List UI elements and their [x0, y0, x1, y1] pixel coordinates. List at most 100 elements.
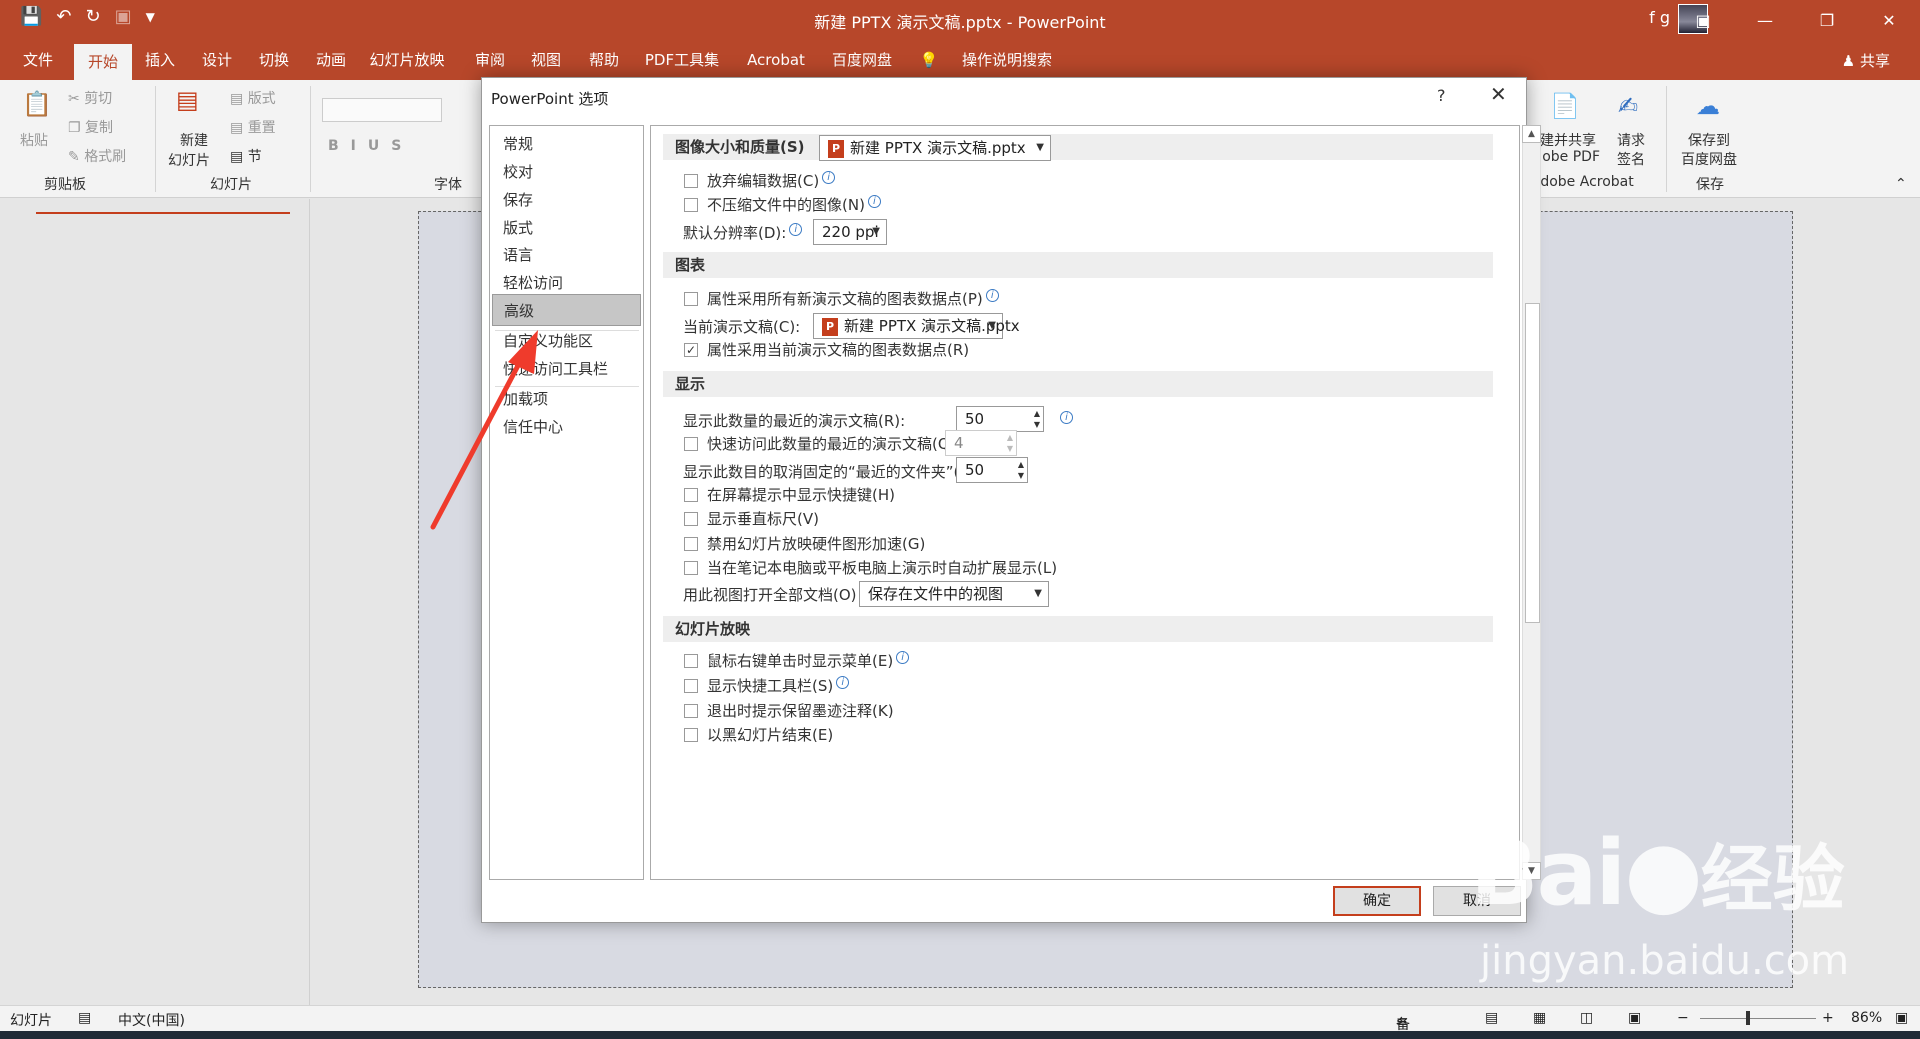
user-name[interactable]: f g: [1649, 8, 1670, 27]
zoom-level[interactable]: 86%: [1851, 1010, 1882, 1026]
share-button[interactable]: ♟ 共享: [1842, 50, 1890, 71]
zoom-in-icon[interactable]: +: [1822, 1010, 1834, 1026]
popup-toolbar-checkbox[interactable]: [684, 679, 698, 693]
slide-sorter-icon[interactable]: ▦: [1533, 1010, 1546, 1026]
auto-extend-checkbox[interactable]: [684, 561, 698, 575]
tab-home[interactable]: 开始: [74, 44, 132, 80]
scroll-track[interactable]: [1522, 143, 1541, 862]
image-file-select[interactable]: P 新建 PPTX 演示文稿.pptx ▼: [819, 135, 1051, 161]
nav-advanced[interactable]: 高级: [492, 294, 641, 326]
tab-slideshow[interactable]: 幻灯片放映: [366, 40, 448, 80]
format-painter-button[interactable]: ✎ 格式刷: [68, 146, 126, 166]
options-scrollbar[interactable]: ▲ ▼: [1522, 125, 1541, 880]
tab-pdf-tools[interactable]: PDF工具集: [641, 40, 723, 80]
sign-icon[interactable]: ✍: [1618, 92, 1638, 120]
tab-baidu[interactable]: 百度网盘: [826, 40, 898, 80]
help-button[interactable]: ?: [1437, 86, 1446, 105]
font-style-buttons[interactable]: BIUS: [328, 138, 413, 154]
layout-icon: ▤: [230, 91, 248, 107]
create-pdf-icon[interactable]: 📄: [1550, 92, 1580, 120]
language-indicator[interactable]: 中文(中国): [118, 1010, 185, 1030]
scroll-up-icon[interactable]: ▲: [1522, 125, 1541, 143]
all-new-chart-text: 属性采用所有新演示文稿的图表数据点(P): [707, 290, 983, 308]
current-chart-checkbox[interactable]: ✓: [684, 343, 698, 357]
request-sign-label-2[interactable]: 签名: [1617, 149, 1645, 169]
discard-edit-checkbox[interactable]: [684, 174, 698, 188]
tab-design[interactable]: 设计: [193, 40, 241, 80]
watermark-brand-cn: 经验: [1700, 837, 1845, 921]
slide-thumbnail-pane[interactable]: [0, 199, 310, 1005]
font-name-box[interactable]: [322, 98, 442, 122]
keep-ink-checkbox[interactable]: [684, 704, 698, 718]
tab-review[interactable]: 审阅: [466, 40, 514, 80]
vertical-ruler-checkbox[interactable]: [684, 512, 698, 526]
close-icon[interactable]: ✕: [1490, 82, 1507, 106]
section-button[interactable]: ▤ 节: [230, 146, 262, 166]
lightbulb-icon: 💡: [919, 51, 939, 69]
popup-toolbar-text: 显示快捷工具栏(S): [707, 677, 834, 695]
ok-button[interactable]: 确定: [1333, 886, 1421, 916]
quick-access-checkbox[interactable]: [684, 437, 698, 451]
paste-label[interactable]: 粘贴: [20, 130, 48, 150]
resolution-label-text: 默认分辨率(D):: [683, 224, 787, 242]
open-view-select[interactable]: 保存在文件中的视图 ▼: [859, 581, 1049, 607]
collapse-ribbon-icon[interactable]: ⌃: [1895, 176, 1907, 192]
tab-help[interactable]: 帮助: [580, 40, 628, 80]
slideshow-view-icon[interactable]: ▣: [1628, 1010, 1641, 1026]
all-new-chart-checkbox[interactable]: [684, 292, 698, 306]
tab-insert[interactable]: 插入: [136, 40, 184, 80]
disable-hw-accel-checkbox[interactable]: [684, 537, 698, 551]
request-sign-label-1[interactable]: 请求: [1617, 130, 1645, 150]
ribbon-tabs: 文件 开始 插入 设计 切换 动画 幻灯片放映 审阅 视图 帮助 PDF工具集 …: [0, 40, 1920, 80]
copy-button[interactable]: ❐ 复制: [68, 117, 113, 137]
watermark-brand: Bai: [1470, 821, 1626, 926]
resolution-select[interactable]: 220 ppi ▼: [813, 219, 887, 245]
fit-slide-icon[interactable]: ▣: [1895, 1010, 1908, 1026]
minimize-icon[interactable]: —: [1734, 0, 1796, 40]
end-black-checkbox[interactable]: [684, 728, 698, 742]
nav-trust-center[interactable]: 信任中心: [492, 411, 641, 443]
restore-icon[interactable]: ❐: [1796, 0, 1858, 40]
tab-view[interactable]: 视图: [522, 40, 570, 80]
tab-animations[interactable]: 动画: [307, 40, 355, 80]
tab-file[interactable]: 文件: [10, 40, 66, 80]
recent-count-spinner[interactable]: 50 ▲ ▼: [956, 406, 1044, 432]
slides-group-label: 幻灯片: [210, 177, 252, 193]
spinner-arrows-icon[interactable]: ▲ ▼: [1007, 432, 1013, 454]
nav-quick-access-toolbar[interactable]: 快速访问工具栏: [492, 353, 641, 385]
ribbon-display-icon[interactable]: ▣: [1672, 0, 1734, 40]
spell-check-icon[interactable]: ▤: [78, 1010, 91, 1026]
save-baidu-label-1[interactable]: 保存到: [1688, 130, 1730, 150]
reset-button[interactable]: ▤ 重置: [230, 117, 276, 137]
clipboard-group-label: 剪贴板: [44, 177, 86, 193]
baidu-cloud-icon[interactable]: ☁: [1696, 92, 1720, 120]
spinner-arrows-icon[interactable]: ▲ ▼: [1018, 459, 1024, 481]
zoom-out-icon[interactable]: −: [1677, 1010, 1689, 1026]
new-slide-icon[interactable]: ▤: [176, 86, 199, 114]
quick-access-spinner[interactable]: 4 ▲ ▼: [945, 430, 1017, 456]
reading-view-icon[interactable]: ◫: [1580, 1010, 1593, 1026]
shortcut-tips-checkbox[interactable]: [684, 488, 698, 502]
zoom-slider[interactable]: [1700, 1018, 1816, 1019]
recent-count-label: 显示此数量的最近的演示文稿(R):: [683, 412, 906, 430]
pptx-file-icon: P: [822, 317, 838, 336]
save-baidu-label-2[interactable]: 百度网盘: [1681, 149, 1737, 169]
layout-button[interactable]: ▤ 版式: [230, 88, 276, 108]
zoom-slider-thumb[interactable]: [1746, 1011, 1750, 1025]
right-click-menu-checkbox[interactable]: [684, 654, 698, 668]
no-compress-checkbox[interactable]: [684, 198, 698, 212]
normal-view-icon[interactable]: ▤: [1485, 1010, 1498, 1026]
scroll-thumb[interactable]: [1525, 303, 1540, 623]
info-icon: i: [985, 289, 999, 302]
tell-me-search[interactable]: 操作说明搜索: [952, 40, 1062, 80]
tab-acrobat[interactable]: Acrobat: [741, 40, 811, 80]
paste-icon[interactable]: 📋: [22, 90, 52, 118]
new-slide-label-1[interactable]: 新建: [180, 130, 208, 150]
close-icon[interactable]: ✕: [1858, 0, 1920, 40]
unpinned-folders-spinner[interactable]: 50 ▲ ▼: [956, 457, 1028, 483]
current-presentation-select[interactable]: P 新建 PPTX 演示文稿.pptx ▼: [813, 313, 1020, 339]
tab-transitions[interactable]: 切换: [250, 40, 298, 80]
spinner-arrows-icon[interactable]: ▲ ▼: [1034, 408, 1040, 430]
cut-button[interactable]: ✂ 剪切: [68, 88, 112, 108]
new-slide-label-2[interactable]: 幻灯片: [168, 150, 210, 170]
